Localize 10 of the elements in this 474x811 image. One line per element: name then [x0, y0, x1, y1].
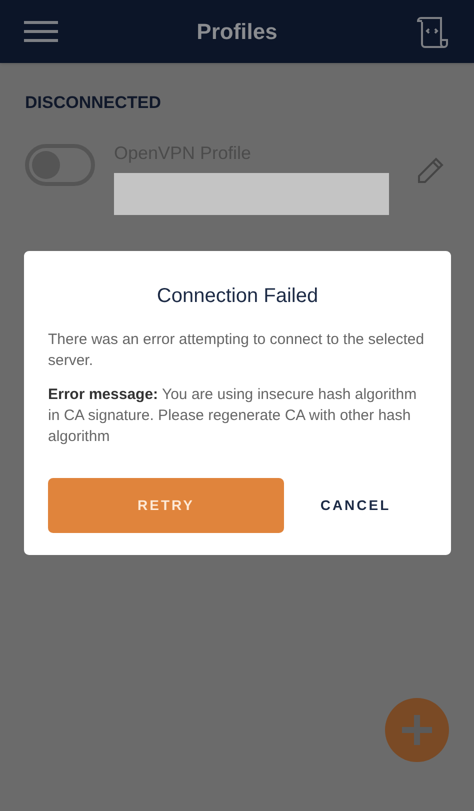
dialog-message: There was an error attempting to connect to the selected server. — [48, 330, 426, 371]
pencil-icon[interactable] — [415, 156, 445, 186]
error-message: Error message: You are using insecure hash algorithm in CA signature. Please regenerate CA with other hash algorithm — [48, 385, 418, 447]
connection-status: DISCONNECTED — [25, 92, 162, 114]
menu-icon[interactable] — [24, 21, 58, 42]
header-title: Profiles — [196, 18, 278, 46]
plus-icon — [399, 712, 435, 748]
cancel-button[interactable]: CANCEL — [284, 478, 427, 533]
scroll-code-icon[interactable] — [416, 16, 450, 48]
dialog-title: Connection Failed — [156, 284, 320, 309]
